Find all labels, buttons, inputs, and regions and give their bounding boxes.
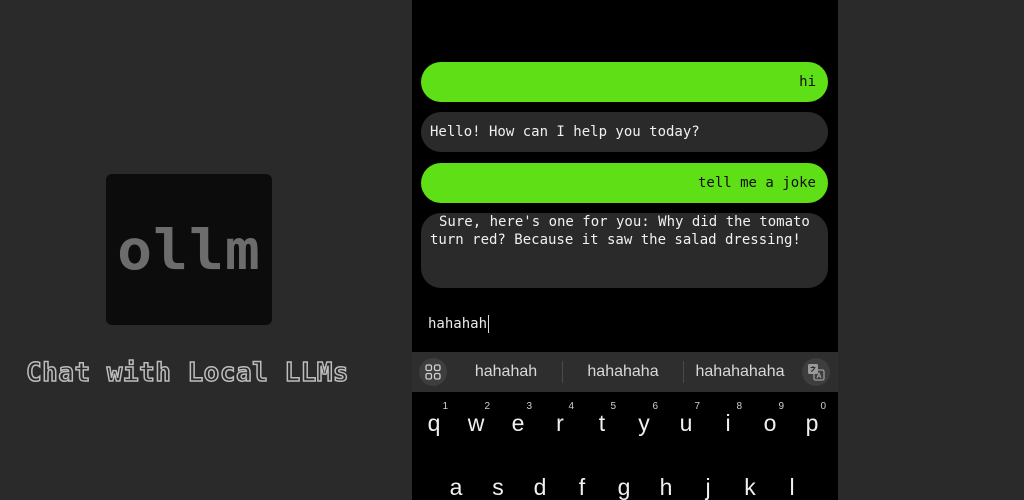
key-j[interactable]: j bbox=[688, 456, 728, 500]
key-e[interactable]: 3e bbox=[498, 392, 538, 436]
message-input-value: hahahah bbox=[428, 316, 488, 332]
key-label: p bbox=[805, 410, 819, 436]
apps-grid-icon[interactable] bbox=[419, 358, 447, 386]
key-k[interactable]: k bbox=[730, 456, 770, 500]
key-label: j bbox=[705, 474, 711, 500]
suggestion-strip: hahahah hahahaha hahahahaha bbox=[412, 352, 838, 392]
suggestion-item[interactable]: hahahah bbox=[462, 352, 550, 392]
key-h[interactable]: h bbox=[646, 456, 686, 500]
text-cursor bbox=[488, 315, 490, 333]
assistant-message: Sure, here's one for you: Why did the to… bbox=[421, 213, 828, 288]
key-q[interactable]: 1q bbox=[414, 392, 454, 436]
key-label: k bbox=[744, 474, 756, 500]
key-w[interactable]: 2w bbox=[456, 392, 496, 436]
key-label: i bbox=[725, 410, 731, 436]
keyboard: 1q 2w 3e 4r 5t 6y 7u 8i 9o 0p a s d f g … bbox=[412, 392, 838, 500]
logo-text: ollm bbox=[117, 217, 261, 282]
key-p[interactable]: 0p bbox=[792, 392, 832, 436]
suggestion-divider bbox=[683, 361, 684, 383]
key-label: r bbox=[556, 410, 564, 436]
key-t[interactable]: 5t bbox=[582, 392, 622, 436]
key-i[interactable]: 8i bbox=[708, 392, 748, 436]
key-label: t bbox=[598, 410, 606, 436]
key-o[interactable]: 9o bbox=[750, 392, 790, 436]
key-label: y bbox=[638, 410, 650, 436]
key-label: g bbox=[617, 474, 631, 500]
key-label: a bbox=[449, 474, 463, 500]
key-s[interactable]: s bbox=[478, 456, 518, 500]
key-r[interactable]: 4r bbox=[540, 392, 580, 436]
key-label: u bbox=[679, 410, 693, 436]
suggestion-divider bbox=[562, 361, 563, 383]
key-y[interactable]: 6y bbox=[624, 392, 664, 436]
key-label: e bbox=[511, 410, 525, 436]
key-label: q bbox=[427, 410, 441, 436]
suggestion-item[interactable]: hahahaha bbox=[572, 352, 674, 392]
key-label: f bbox=[578, 474, 586, 500]
key-a[interactable]: a bbox=[436, 456, 476, 500]
key-label: l bbox=[789, 474, 795, 500]
key-u[interactable]: 7u bbox=[666, 392, 706, 436]
message-input[interactable]: hahahah bbox=[428, 313, 490, 335]
key-l[interactable]: l bbox=[772, 456, 812, 500]
user-message: tell me a joke bbox=[421, 163, 828, 203]
key-label: o bbox=[763, 410, 777, 436]
assistant-message: Hello! How can I help you today? bbox=[421, 112, 828, 152]
promo-panel: ollm Chat with Local LLMs bbox=[0, 0, 412, 500]
key-label: d bbox=[533, 474, 547, 500]
app-logo: ollm bbox=[106, 174, 272, 325]
key-label: s bbox=[492, 474, 504, 500]
key-g[interactable]: g bbox=[604, 456, 644, 500]
key-label: w bbox=[467, 410, 485, 436]
key-d[interactable]: d bbox=[520, 456, 560, 500]
background-panel bbox=[838, 0, 1024, 500]
tagline: Chat with Local LLMs bbox=[25, 357, 350, 389]
phone-screen: hi Hello! How can I help you today? tell… bbox=[412, 0, 838, 500]
key-f[interactable]: f bbox=[562, 456, 602, 500]
key-label: h bbox=[659, 474, 673, 500]
translate-icon[interactable] bbox=[802, 358, 830, 386]
suggestion-item[interactable]: hahahahaha bbox=[688, 352, 792, 392]
user-message: hi bbox=[421, 62, 828, 102]
